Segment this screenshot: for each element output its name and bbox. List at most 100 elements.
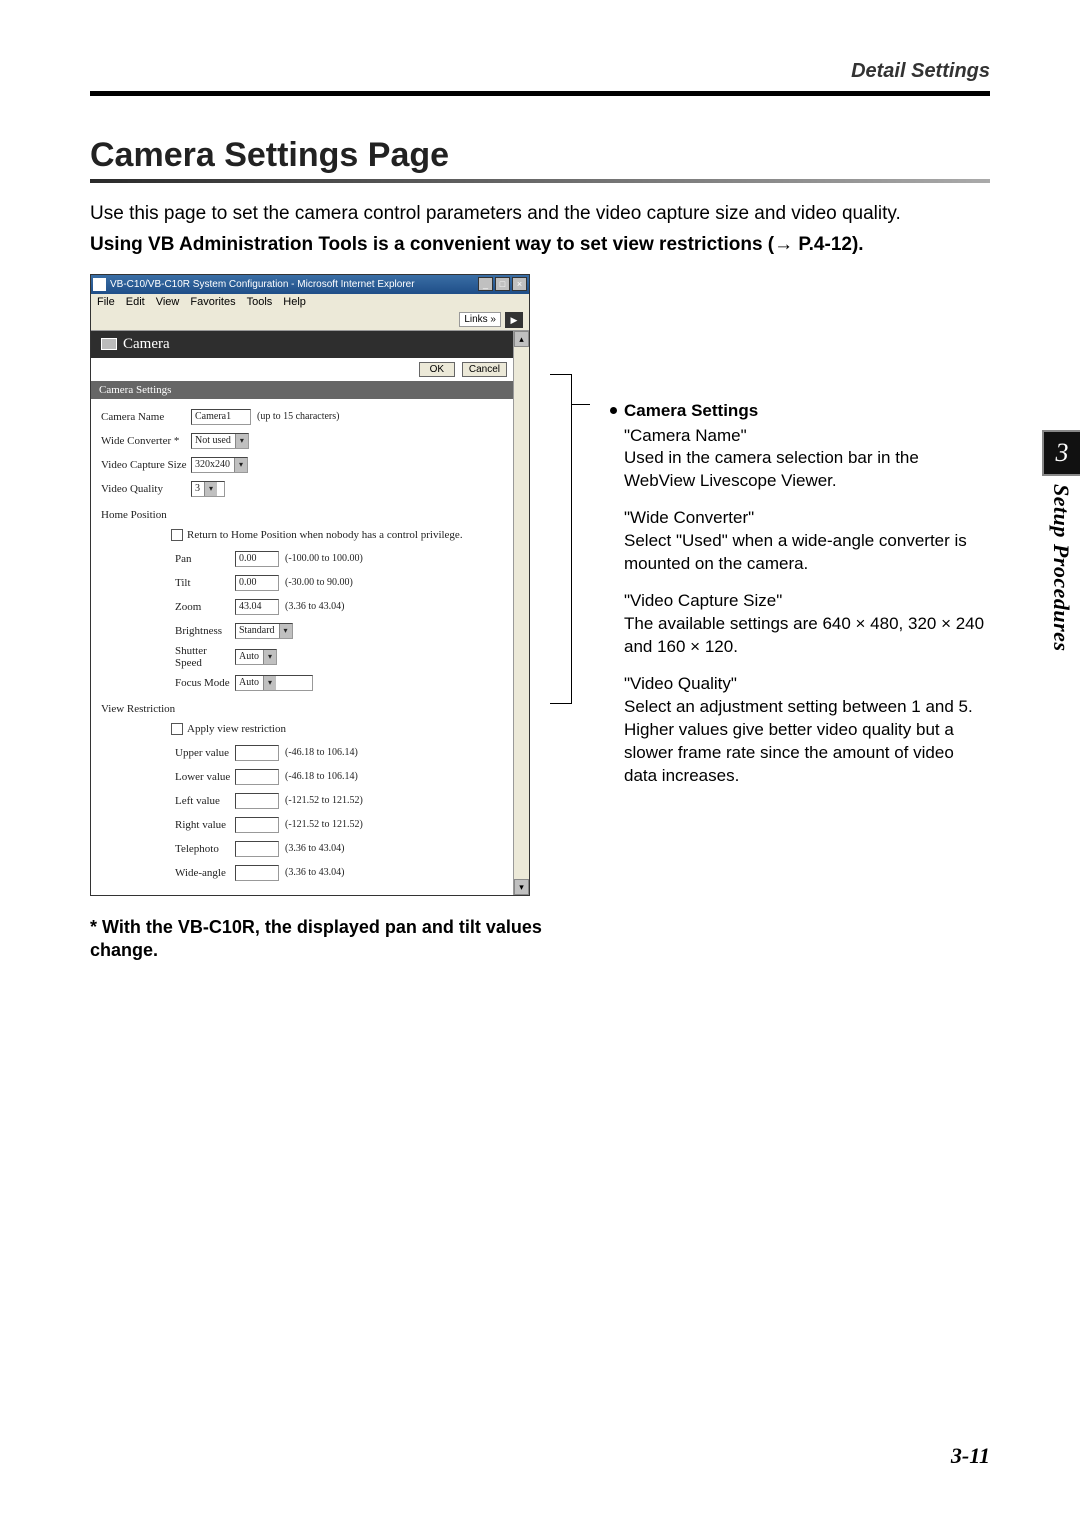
- apply-restriction-label: Apply view restriction: [187, 723, 286, 735]
- go-button[interactable]: ▶: [505, 312, 523, 328]
- cancel-button[interactable]: Cancel: [462, 362, 507, 377]
- menu-tools[interactable]: Tools: [247, 296, 273, 308]
- brightness-label: Brightness: [175, 625, 235, 637]
- camera-name-hint: (up to 15 characters): [257, 411, 339, 422]
- pan-range: (-100.00 to 100.00): [285, 553, 363, 564]
- right-input[interactable]: [235, 817, 279, 833]
- capture-size-label: Video Capture Size: [101, 459, 191, 471]
- chevron-down-icon: ▾: [279, 624, 292, 638]
- ok-button[interactable]: OK: [419, 362, 455, 377]
- lower-label: Lower value: [175, 771, 235, 783]
- window-titlebar: VB-C10/VB-C10R System Configuration - Mi…: [91, 275, 529, 294]
- left-label: Left value: [175, 795, 235, 807]
- home-return-checkbox[interactable]: [171, 529, 183, 541]
- camera-name-input[interactable]: Camera1: [191, 409, 251, 425]
- ie-icon: [93, 278, 106, 291]
- video-quality-value: 3: [195, 483, 200, 494]
- wideangle-range: (3.36 to 43.04): [285, 867, 344, 878]
- screenshot-window: VB-C10/VB-C10R System Configuration - Mi…: [90, 274, 530, 896]
- camera-settings-section-header: Camera Settings: [91, 381, 513, 399]
- desc-quality-title: "Video Quality": [624, 673, 990, 696]
- links-label[interactable]: Links »: [459, 312, 501, 327]
- intro-bold: Using VB Administration Tools is a conve…: [90, 234, 990, 256]
- footnote: * With the VB-C10R, the displayed pan an…: [90, 916, 590, 963]
- apply-restriction-checkbox[interactable]: [171, 723, 183, 735]
- left-input[interactable]: [235, 793, 279, 809]
- menu-edit[interactable]: Edit: [126, 296, 145, 308]
- zoom-label: Zoom: [175, 601, 235, 613]
- tilt-input[interactable]: 0.00: [235, 575, 279, 591]
- capture-size-select[interactable]: 320x240 ▾: [191, 457, 248, 473]
- desc-wide-title: "Wide Converter": [624, 507, 990, 530]
- shutter-label: Shutter Speed: [175, 645, 235, 669]
- menu-file[interactable]: File: [97, 296, 115, 308]
- maximize-button[interactable]: □: [495, 277, 510, 291]
- desc-capture-body: The available settings are 640 × 480, 32…: [624, 613, 990, 659]
- chevron-down-icon: ▾: [263, 676, 276, 690]
- scrollbar[interactable]: ▴ ▾: [513, 331, 529, 895]
- desc-capture-title: "Video Capture Size": [624, 590, 990, 613]
- chapter-number: 3: [1042, 430, 1080, 476]
- wide-converter-select[interactable]: Not used ▾: [191, 433, 249, 449]
- scroll-down-icon[interactable]: ▾: [514, 879, 529, 895]
- scroll-up-icon[interactable]: ▴: [514, 331, 529, 347]
- menu-view[interactable]: View: [156, 296, 180, 308]
- page-title: Camera Settings Page: [90, 136, 990, 175]
- chevron-down-icon: ▾: [234, 458, 247, 472]
- right-range: (-121.52 to 121.52): [285, 819, 363, 830]
- chapter-tab: 3 Setup Procedures: [1042, 430, 1080, 652]
- brightness-value: Standard: [239, 625, 275, 636]
- wide-converter-value: Not used: [195, 435, 231, 446]
- panel-label: Camera: [123, 336, 170, 353]
- video-quality-select[interactable]: 3 ▾: [191, 481, 225, 497]
- shutter-value: Auto: [239, 651, 259, 662]
- upper-range: (-46.18 to 106.14): [285, 747, 358, 758]
- brightness-select[interactable]: Standard ▾: [235, 623, 293, 639]
- zoom-input[interactable]: 43.04: [235, 599, 279, 615]
- video-quality-label: Video Quality: [101, 483, 191, 495]
- minimize-button[interactable]: _: [478, 277, 493, 291]
- left-range: (-121.52 to 121.52): [285, 795, 363, 806]
- upper-label: Upper value: [175, 747, 235, 759]
- telephoto-label: Telephoto: [175, 843, 235, 855]
- panel-header: Camera: [91, 331, 513, 358]
- wideangle-input[interactable]: [235, 865, 279, 881]
- capture-size-value: 320x240: [195, 459, 230, 470]
- home-return-checkbox-label: Return to Home Position when nobody has …: [187, 529, 463, 541]
- telephoto-range: (3.36 to 43.04): [285, 843, 344, 854]
- pan-label: Pan: [175, 553, 235, 565]
- close-button[interactable]: ×: [512, 277, 527, 291]
- section-header: Detail Settings: [90, 60, 990, 83]
- wide-converter-label: Wide Converter *: [101, 435, 191, 447]
- menubar: File Edit View Favorites Tools Help: [91, 294, 529, 310]
- page-number: 3-11: [951, 1443, 990, 1469]
- window-title: VB-C10/VB-C10R System Configuration - Mi…: [110, 279, 478, 290]
- chapter-label: Setup Procedures: [1048, 484, 1074, 652]
- right-label: Right value: [175, 819, 235, 831]
- menu-help[interactable]: Help: [283, 296, 306, 308]
- lower-range: (-46.18 to 106.14): [285, 771, 358, 782]
- title-underline: [90, 179, 990, 183]
- tilt-range: (-30.00 to 90.00): [285, 577, 353, 588]
- lower-input[interactable]: [235, 769, 279, 785]
- view-restriction-label: View Restriction: [101, 703, 503, 715]
- telephoto-input[interactable]: [235, 841, 279, 857]
- tilt-label: Tilt: [175, 577, 235, 589]
- desc-camera-name-body: Used in the camera selection bar in the …: [624, 447, 990, 493]
- description-column: Camera Settings "Camera Name" Used in th…: [610, 274, 990, 802]
- desc-heading: Camera Settings: [624, 400, 990, 423]
- focus-label: Focus Mode: [175, 677, 235, 689]
- chevron-down-icon: ▾: [263, 650, 276, 664]
- focus-select[interactable]: Auto ▾: [235, 675, 313, 691]
- header-rule: [90, 91, 990, 96]
- desc-wide-body: Select "Used" when a wide-angle converte…: [624, 530, 990, 576]
- wideangle-label: Wide-angle: [175, 867, 235, 879]
- desc-camera-name-title: "Camera Name": [624, 425, 990, 448]
- home-position-label: Home Position: [101, 509, 503, 521]
- shutter-select[interactable]: Auto ▾: [235, 649, 277, 665]
- intro-text: Use this page to set the camera control …: [90, 201, 990, 228]
- zoom-range: (3.36 to 43.04): [285, 601, 344, 612]
- menu-favorites[interactable]: Favorites: [190, 296, 235, 308]
- pan-input[interactable]: 0.00: [235, 551, 279, 567]
- upper-input[interactable]: [235, 745, 279, 761]
